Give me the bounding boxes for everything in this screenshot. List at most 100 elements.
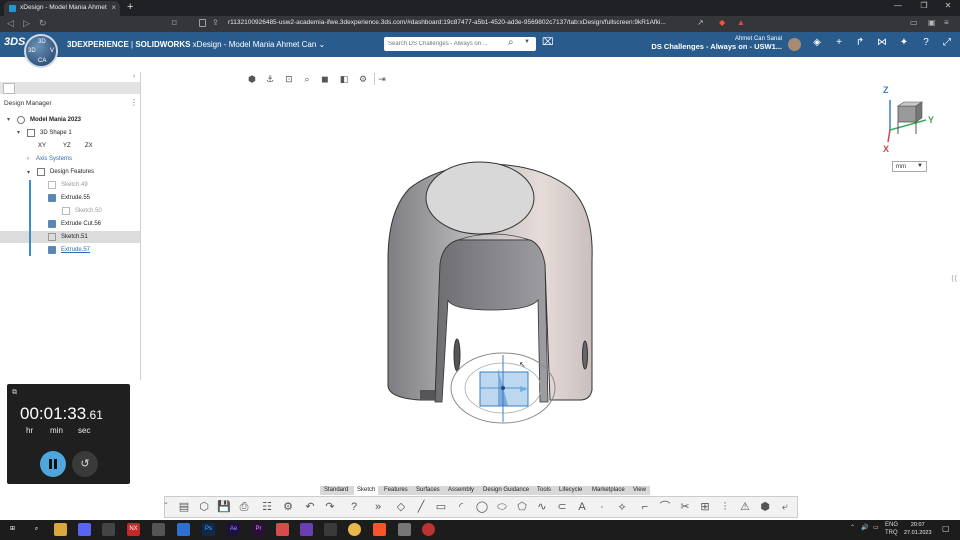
bookmark-icon[interactable]: ⌑ — [172, 18, 177, 29]
expand-shape-icon[interactable]: ▾ — [17, 129, 20, 136]
tree-item-model[interactable]: Model Mania 2023 — [30, 117, 81, 123]
brave-rewards-icon[interactable]: ▲ — [737, 18, 745, 27]
windows-start-icon[interactable]: ⊞ — [6, 523, 19, 536]
spline-icon[interactable]: ∿ — [535, 500, 549, 514]
properties-icon[interactable]: ☷ — [260, 500, 274, 514]
share-content-icon[interactable]: ↱ — [853, 37, 867, 48]
tree-item-extrude-cut-56[interactable]: Extrude Cut.56 — [61, 221, 101, 227]
plane-xy[interactable]: XY — [38, 143, 46, 149]
compact-view-icon[interactable]: ⧉ — [12, 389, 17, 397]
text-icon[interactable]: A — [575, 500, 589, 514]
app2-icon[interactable] — [152, 523, 165, 536]
rectangle-icon[interactable]: ▭ — [434, 500, 448, 514]
line-icon[interactable]: ╱ — [414, 500, 428, 514]
part-icon[interactable]: ⬡ — [197, 500, 211, 514]
brave-shield-icon[interactable]: ◆ — [719, 18, 725, 27]
tree-item-extrude-55[interactable]: Extrude.55 — [61, 195, 90, 201]
axis-y-label[interactable]: Y — [928, 115, 934, 125]
restore-icon[interactable]: ❐ — [914, 1, 934, 10]
help-icon[interactable]: ? — [919, 37, 933, 48]
forward-icon[interactable]: ▷ — [23, 18, 30, 29]
url-box[interactable] — [192, 2, 752, 14]
search-icon[interactable]: ⌕ — [508, 37, 514, 48]
brave-icon[interactable] — [373, 523, 386, 536]
share-page-icon[interactable]: ⇪ — [212, 18, 219, 27]
panel-menu-icon[interactable]: ⋮ — [130, 98, 138, 107]
taskbar-clock[interactable]: 20:07 27.01.2023 — [904, 521, 932, 537]
model-viewport[interactable] — [380, 150, 600, 430]
slot-icon[interactable]: ⊂ — [555, 500, 569, 514]
open-icon[interactable]: ▤ — [177, 500, 191, 514]
app-title[interactable]: 3DEXPERIENCE | SOLIDWORKS xDesign - Mode… — [67, 40, 325, 49]
tag-icon[interactable]: ⌧ — [542, 37, 554, 48]
chrome-icon[interactable] — [348, 523, 361, 536]
axis-x-label[interactable]: X — [883, 144, 889, 154]
share-icon[interactable]: ↗ — [697, 18, 704, 27]
notifications-icon[interactable]: ◈ — [810, 37, 824, 48]
more-icon[interactable]: » — [371, 500, 385, 514]
render-mode-icon[interactable]: ◼ — [320, 74, 330, 84]
expand-features-icon[interactable]: ▾ — [27, 169, 30, 176]
pin-toolbar-icon[interactable]: ⇥ — [377, 74, 387, 84]
new-tab-button[interactable]: + — [127, 1, 133, 13]
acrobat-icon[interactable] — [276, 523, 289, 536]
tree-item-extrude-57[interactable]: Extrude.57 — [61, 247, 90, 253]
file-explorer-icon[interactable] — [54, 523, 67, 536]
tree-item-axis-systems[interactable]: Axis Systems — [36, 156, 72, 162]
tab-assembly[interactable]: Assembly — [445, 486, 477, 495]
panel-collapse-icon[interactable]: ‹ — [133, 73, 135, 80]
section-view-icon[interactable]: ◧ — [339, 74, 349, 84]
snapshot-icon[interactable]: ⎙ — [237, 500, 251, 514]
avatar[interactable] — [788, 38, 801, 51]
search-input[interactable] — [388, 39, 500, 49]
mirror-icon[interactable]: ⫶ — [718, 500, 732, 514]
pause-button[interactable] — [40, 451, 66, 477]
reload-icon[interactable]: ↻ — [39, 18, 47, 29]
app5-icon[interactable] — [324, 523, 337, 536]
polygon-icon[interactable]: ⬠ — [515, 500, 529, 514]
trim-icon[interactable]: ✂ — [678, 500, 692, 514]
ellipse-icon[interactable]: ⬭ — [495, 500, 509, 514]
offset-icon[interactable]: ⌒ — [658, 500, 672, 514]
tree-item-shape[interactable]: 3D Shape 1 — [40, 130, 72, 136]
tree-item-sketch-49[interactable]: Sketch.49 — [61, 182, 88, 188]
settings-icon[interactable]: ⚙ — [281, 500, 295, 514]
tab-sketch[interactable]: Sketch — [354, 486, 379, 495]
save-icon[interactable]: 💾 — [217, 500, 231, 514]
expand-root-icon[interactable]: ▾ — [7, 116, 10, 123]
language-indicator[interactable]: ENG TRQ — [885, 521, 898, 537]
right-panel-expand-icon[interactable]: ⟨⟨ — [951, 274, 957, 283]
anchor-icon[interactable]: ⚓ — [265, 74, 275, 84]
tab-standard[interactable]: Standard — [321, 486, 351, 495]
view-selector-icon[interactable]: ⬢ — [247, 74, 257, 84]
zoom-icon[interactable]: ⌕ — [302, 74, 312, 84]
browser-tab[interactable]: xDesign - Model Mania Ahmet Can × — [4, 1, 120, 16]
project-icon[interactable]: ⟡ — [615, 500, 629, 514]
notification-center-icon[interactable]: ▢ — [942, 524, 950, 533]
exit-sketch-icon[interactable]: ⤶ — [778, 500, 792, 514]
taskbar-search-icon[interactable]: ⌕ — [30, 523, 43, 536]
arc-icon[interactable]: ◜ — [454, 500, 468, 514]
share-network-icon[interactable]: ⋈ — [875, 37, 889, 48]
reset-button[interactable]: ↺ — [72, 451, 98, 477]
part-body[interactable] — [387, 161, 593, 403]
tab-features[interactable]: Features — [381, 486, 411, 495]
window-close-icon[interactable]: ✕ — [938, 1, 958, 10]
help-icon[interactable]: ? — [347, 500, 361, 514]
tree-item-design-features[interactable]: Design Features — [50, 169, 94, 175]
display-options-icon[interactable]: ⚙ — [358, 74, 368, 84]
photoshop-icon[interactable]: Ps — [202, 523, 215, 536]
solid-icon[interactable]: ⬢ — [758, 500, 772, 514]
fullscreen-icon[interactable]: ⤢ — [940, 37, 954, 48]
nx-icon[interactable]: NX — [127, 523, 140, 536]
fit-view-icon[interactable]: ⊡ — [284, 74, 294, 84]
redo-icon[interactable]: ↷ — [323, 500, 337, 514]
tab-lifecycle[interactable]: Lifecycle — [556, 486, 585, 495]
app6-icon[interactable] — [398, 523, 411, 536]
view-cube[interactable] — [884, 94, 930, 144]
browser-menu-icon[interactable]: ≡ — [944, 18, 949, 27]
tree-tab-icon[interactable] — [3, 83, 15, 94]
network-icon[interactable]: ▭ — [873, 524, 879, 531]
apps-icon[interactable]: ✦ — [897, 37, 911, 48]
smart-dimension-icon[interactable]: ◇ — [394, 500, 408, 514]
